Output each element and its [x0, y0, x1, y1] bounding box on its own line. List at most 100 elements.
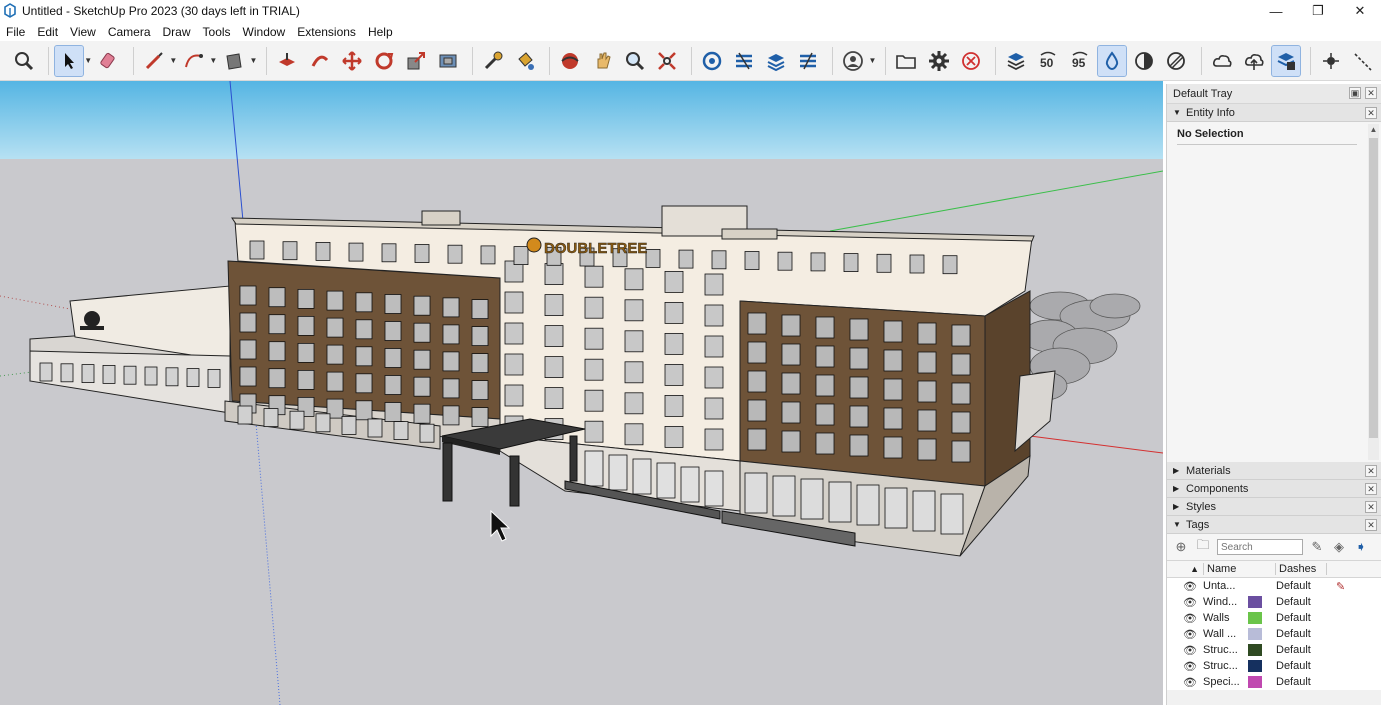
- dashes-column-header[interactable]: Dashes: [1275, 563, 1327, 575]
- tag-row[interactable]: 👁 Struc... Default: [1167, 642, 1381, 658]
- entity-info-header[interactable]: ▼ Entity Info ✕: [1167, 104, 1381, 122]
- components-header[interactable]: ▶ Components ✕: [1167, 480, 1381, 498]
- zoom-extents-icon[interactable]: [653, 46, 681, 76]
- tag-color-swatch[interactable]: [1248, 644, 1262, 656]
- tag-dashes[interactable]: Default: [1276, 676, 1336, 688]
- tags-header[interactable]: ▼ Tags ✕: [1167, 516, 1381, 534]
- eye-icon[interactable]: 👁: [1167, 676, 1203, 689]
- tag-row[interactable]: 👁 Wall ... Default: [1167, 626, 1381, 642]
- tag-row[interactable]: 👁 Speci... Default: [1167, 674, 1381, 690]
- sandbox-icon[interactable]: [794, 46, 822, 76]
- close-icon[interactable]: ✕: [1365, 483, 1377, 495]
- tag-dashes[interactable]: Default: [1276, 596, 1336, 608]
- eye-icon[interactable]: 👁: [1167, 612, 1203, 625]
- tag-name[interactable]: Wind...: [1203, 596, 1248, 608]
- tag-dashes[interactable]: Default: [1276, 660, 1336, 672]
- zoom-window-icon[interactable]: [621, 46, 649, 76]
- pencil-icon[interactable]: ✎: [1309, 539, 1325, 555]
- menu-help[interactable]: Help: [362, 25, 399, 39]
- menu-draw[interactable]: Draw: [157, 25, 197, 39]
- tag-dashes[interactable]: Default: [1276, 612, 1336, 624]
- close-icon[interactable]: ✕: [1365, 87, 1377, 99]
- close-button[interactable]: ✕: [1339, 0, 1381, 22]
- scale-icon[interactable]: [402, 46, 430, 76]
- close-icon[interactable]: ✕: [1365, 465, 1377, 477]
- tray-scrollbar[interactable]: ▲: [1368, 124, 1379, 460]
- rectangle-icon[interactable]: [220, 46, 248, 76]
- tag-color-swatch[interactable]: [1248, 580, 1262, 592]
- styles-header[interactable]: ▶ Styles ✕: [1167, 498, 1381, 516]
- warehouse-icon[interactable]: [698, 46, 726, 76]
- menu-window[interactable]: Window: [237, 25, 292, 39]
- add-folder-icon[interactable]: 🗀: [1195, 537, 1211, 555]
- chevron-down-icon[interactable]: ▼: [249, 56, 257, 65]
- materials-header[interactable]: ▶ Materials ✕: [1167, 462, 1381, 480]
- chevron-down-icon[interactable]: ▼: [209, 56, 217, 65]
- section-icon[interactable]: [1162, 46, 1190, 76]
- chevron-down-icon[interactable]: ▼: [868, 56, 876, 65]
- stop-icon[interactable]: [957, 46, 985, 76]
- geo-icon[interactable]: [1002, 46, 1030, 76]
- tag-name[interactable]: Struc...: [1203, 644, 1248, 656]
- tag-row[interactable]: 👁 Wind... Default: [1167, 594, 1381, 610]
- rotate50-icon[interactable]: 50: [1034, 46, 1062, 76]
- tag-row[interactable]: 👁 Unta... Default ✎: [1167, 578, 1381, 594]
- pan-icon[interactable]: [588, 46, 616, 76]
- follow-me-icon[interactable]: [305, 46, 333, 76]
- menu-tools[interactable]: Tools: [197, 25, 237, 39]
- move-icon[interactable]: [338, 46, 366, 76]
- tag-name[interactable]: Wall ...: [1203, 628, 1248, 640]
- tag-color-swatch[interactable]: [1248, 676, 1262, 688]
- profile-icon[interactable]: [839, 46, 867, 76]
- menu-edit[interactable]: Edit: [31, 25, 64, 39]
- tag-name[interactable]: Speci...: [1203, 676, 1248, 688]
- close-icon[interactable]: ✕: [1365, 501, 1377, 513]
- cloud-icon[interactable]: [1207, 46, 1235, 76]
- model-info-icon[interactable]: [1270, 44, 1301, 77]
- chevron-down-icon[interactable]: ▼: [169, 56, 177, 65]
- dot-icon[interactable]: [1317, 46, 1345, 76]
- eye-icon[interactable]: 👁: [1167, 628, 1203, 641]
- tag-color-swatch[interactable]: [1248, 612, 1262, 624]
- contrast-icon[interactable]: [1130, 46, 1158, 76]
- open-folder-icon[interactable]: [892, 46, 920, 76]
- eye-icon[interactable]: 👁: [1167, 580, 1203, 593]
- line-icon[interactable]: [140, 46, 168, 76]
- zoom-icon[interactable]: [10, 46, 38, 76]
- restore-button[interactable]: ❐: [1297, 0, 1339, 22]
- scrollbar-thumb[interactable]: [1369, 138, 1378, 438]
- sort-up-icon[interactable]: ▲: [1167, 564, 1203, 574]
- dimension-icon[interactable]: [1349, 46, 1377, 76]
- eraser-icon[interactable]: [95, 46, 123, 76]
- chevron-down-icon[interactable]: ▼: [84, 56, 92, 65]
- pin-icon[interactable]: ▣: [1349, 87, 1361, 99]
- tape-measure-icon[interactable]: [479, 46, 507, 76]
- tag-name[interactable]: Struc...: [1203, 660, 1248, 672]
- details-arrow-icon[interactable]: ➧: [1353, 539, 1369, 555]
- rotate-icon[interactable]: [370, 46, 398, 76]
- menu-camera[interactable]: Camera: [102, 25, 157, 39]
- tag-color-swatch[interactable]: [1248, 660, 1262, 672]
- orbit-icon[interactable]: [556, 46, 584, 76]
- scroll-up-icon[interactable]: ▲: [1368, 124, 1379, 136]
- eye-icon[interactable]: 👁: [1167, 660, 1203, 673]
- select-icon[interactable]: [54, 44, 85, 77]
- tag-row[interactable]: 👁 Walls Default: [1167, 610, 1381, 626]
- tag-row[interactable]: 👁 Struc... Default: [1167, 658, 1381, 674]
- paint-bucket-icon[interactable]: [511, 46, 539, 76]
- rotate95-icon[interactable]: 95: [1066, 46, 1094, 76]
- cloud-upload-icon[interactable]: [1240, 46, 1268, 76]
- tag-dashes[interactable]: Default: [1276, 628, 1336, 640]
- close-icon[interactable]: ✕: [1365, 107, 1377, 119]
- menu-extensions[interactable]: Extensions: [291, 25, 362, 39]
- menu-view[interactable]: View: [64, 25, 102, 39]
- extension-warehouse-icon[interactable]: [730, 46, 758, 76]
- arc-icon[interactable]: [180, 46, 208, 76]
- minimize-button[interactable]: —: [1255, 0, 1297, 22]
- tag-name[interactable]: Walls: [1203, 612, 1248, 624]
- tag-dashes[interactable]: Default: [1276, 580, 1336, 592]
- push-pull-icon[interactable]: [273, 46, 301, 76]
- tag-name[interactable]: Unta...: [1203, 580, 1248, 592]
- add-tag-icon[interactable]: ⊕: [1173, 539, 1189, 555]
- menu-file[interactable]: File: [0, 25, 31, 39]
